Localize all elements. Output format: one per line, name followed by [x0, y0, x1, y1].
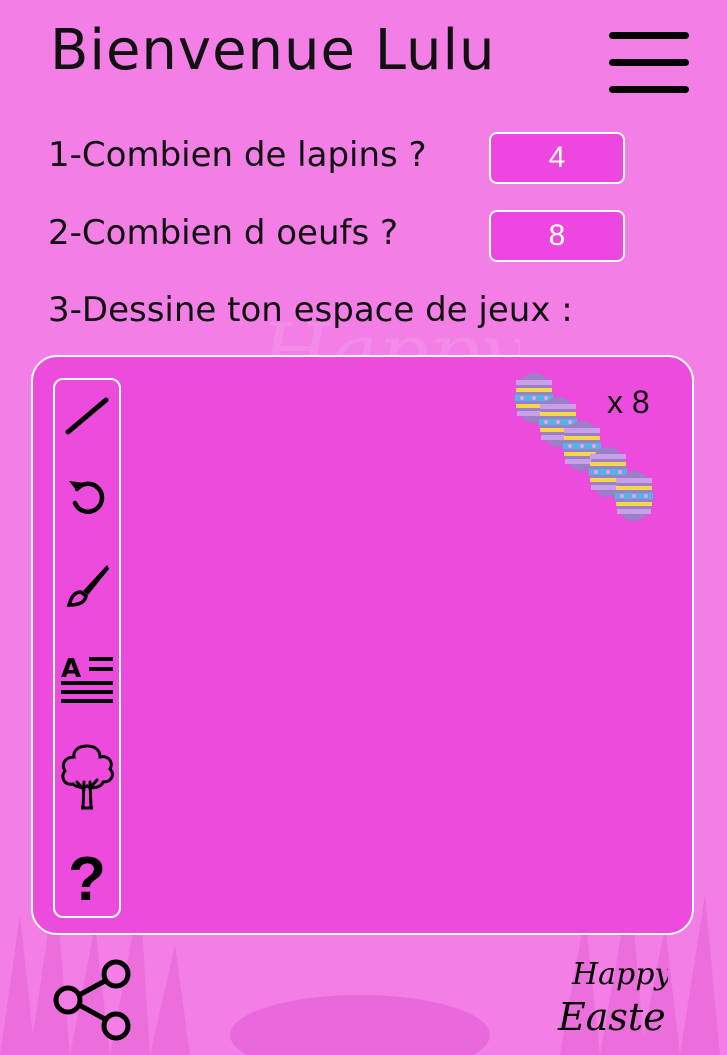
egg-count-label: x 8: [607, 384, 650, 420]
page-title: Bienvenue Lulu: [50, 18, 496, 83]
eggs-answer-field[interactable]: 8: [489, 210, 625, 262]
question-draw-label: 3-Dessine ton espace de jeux :: [48, 290, 573, 330]
help-glyph: ?: [68, 845, 106, 914]
share-icon[interactable]: [52, 958, 134, 1042]
rabbits-answer-field[interactable]: 4: [489, 132, 625, 184]
svg-text:A: A: [61, 654, 81, 684]
text-tool-icon[interactable]: A: [55, 642, 119, 712]
drawing-toolbar: A ?: [53, 378, 121, 918]
line-tool-icon[interactable]: [55, 380, 119, 450]
help-icon[interactable]: ?: [55, 845, 119, 915]
logo-line2: Easter: [557, 995, 668, 1039]
logo-line1: Happy: [571, 957, 668, 992]
brush-icon[interactable]: [55, 550, 119, 620]
undo-icon[interactable]: [55, 460, 119, 530]
happy-easter-logo: Happy Easter: [557, 957, 668, 1039]
hamburger-menu-icon[interactable]: [609, 32, 689, 94]
tree-icon[interactable]: [55, 742, 119, 812]
question-rabbits-label: 1-Combien de lapins ?: [48, 135, 427, 175]
question-eggs-label: 2-Combien d oeufs ?: [48, 213, 399, 253]
